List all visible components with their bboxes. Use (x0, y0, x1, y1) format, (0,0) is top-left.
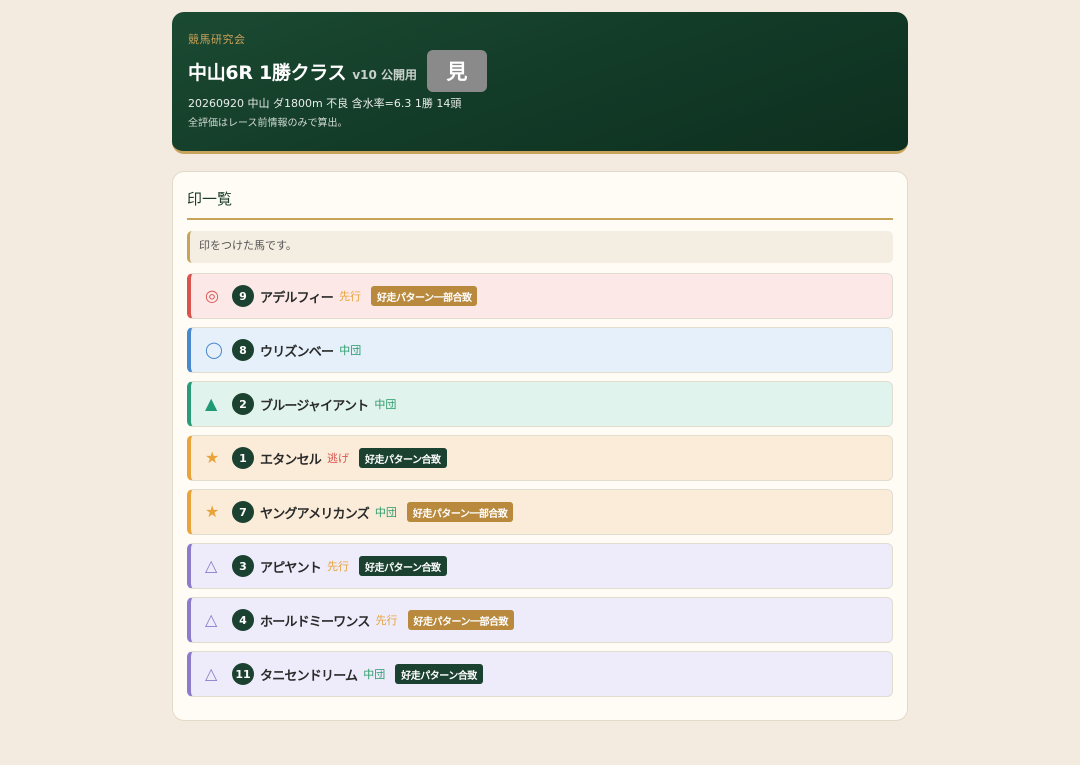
horse-number: 1 (232, 447, 254, 469)
org-name: 競馬研究会 (188, 33, 246, 46)
horse-row[interactable]: ▲ 2 ブルージャイアント 中団 (187, 381, 893, 427)
triangle-mark-icon: △ (205, 664, 218, 683)
star-mark-icon: ★ (205, 502, 220, 521)
title-row: 中山6R 1勝クラス v10 公開用 見 (188, 50, 892, 92)
pattern-tag: 好走パターン合致 (395, 664, 483, 684)
horse-number: 4 (232, 609, 254, 631)
triangle-mark-icon: △ (205, 610, 218, 629)
horse-number: 9 (232, 285, 254, 307)
horse-name: ホールドミーワンス (260, 614, 370, 630)
horse-name: アピヤント (260, 560, 322, 576)
marks-list: ◎ 9 アデルフィー 先行 好走パターン一部合致 ◯ 8 ウリズンベー 中団 ▲… (187, 273, 893, 697)
running-style: 中団 (363, 668, 386, 681)
running-style: 先行 (375, 614, 398, 627)
horse-name: タニセンドリーム (260, 668, 358, 684)
horse-number: 2 (232, 393, 254, 415)
pattern-tag: 好走パターン一部合致 (406, 502, 514, 522)
marks-card: 印一覧 印をつけた馬です。 ◎ 9 アデルフィー 先行 好走パターン一部合致 ◯… (172, 171, 908, 721)
page-container: 競馬研究会 中山6R 1勝クラス v10 公開用 見 20260920 中山 ダ… (172, 12, 908, 721)
horse-row[interactable]: △ 3 アピヤント 先行 好走パターン合致 (187, 543, 893, 589)
running-style: 先行 (327, 560, 350, 573)
race-title: 中山6R 1勝クラス (188, 61, 347, 84)
horse-number: 7 (232, 501, 254, 523)
horse-name: エタンセル (260, 452, 322, 468)
race-meta: 20260920 中山 ダ1800m 不良 含水率=6.3 1勝 14頭 (188, 97, 462, 110)
view-badge[interactable]: 見 (427, 50, 488, 92)
horse-number: 8 (232, 339, 254, 361)
version-label: v10 公開用 (352, 67, 418, 82)
horse-name: アデルフィー (260, 290, 334, 306)
pattern-tag: 好走パターン合致 (359, 448, 447, 468)
horse-row[interactable]: ★ 7 ヤングアメリカンズ 中団 好走パターン一部合致 (187, 489, 893, 535)
horse-row[interactable]: ◯ 8 ウリズンベー 中団 (187, 327, 893, 373)
horse-name: ヤングアメリカンズ (260, 506, 370, 522)
running-style: 逃げ (327, 452, 350, 465)
running-style: 中団 (339, 344, 362, 357)
horse-number: 3 (232, 555, 254, 577)
section-title: 印一覧 (187, 172, 893, 220)
running-style: 中団 (374, 506, 397, 519)
evaluation-note: 全評価はレース前情報のみで算出。 (188, 118, 348, 129)
horse-name: ウリズンベー (260, 344, 334, 360)
star-mark-icon: ★ (205, 448, 220, 467)
horse-number: 11 (232, 663, 254, 685)
horse-name: ブルージャイアント (260, 398, 369, 414)
running-style: 先行 (338, 290, 361, 303)
tanana-mark-icon: ▲ (205, 394, 218, 413)
honmei-mark-icon: ◎ (205, 286, 219, 305)
pattern-tag: 好走パターン一部合致 (407, 610, 515, 630)
race-header: 競馬研究会 中山6R 1勝クラス v10 公開用 見 20260920 中山 ダ… (172, 12, 908, 154)
running-style: 中団 (374, 398, 397, 411)
info-box: 印をつけた馬です。 (187, 231, 893, 263)
horse-row[interactable]: ◎ 9 アデルフィー 先行 好走パターン一部合致 (187, 273, 893, 319)
pattern-tag: 好走パターン合致 (359, 556, 447, 576)
horse-row[interactable]: △ 11 タニセンドリーム 中団 好走パターン合致 (187, 651, 893, 697)
taikou-mark-icon: ◯ (205, 340, 223, 359)
horse-row[interactable]: △ 4 ホールドミーワンス 先行 好走パターン一部合致 (187, 597, 893, 643)
triangle-mark-icon: △ (205, 556, 218, 575)
pattern-tag: 好走パターン一部合致 (370, 286, 478, 306)
horse-row[interactable]: ★ 1 エタンセル 逃げ 好走パターン合致 (187, 435, 893, 481)
